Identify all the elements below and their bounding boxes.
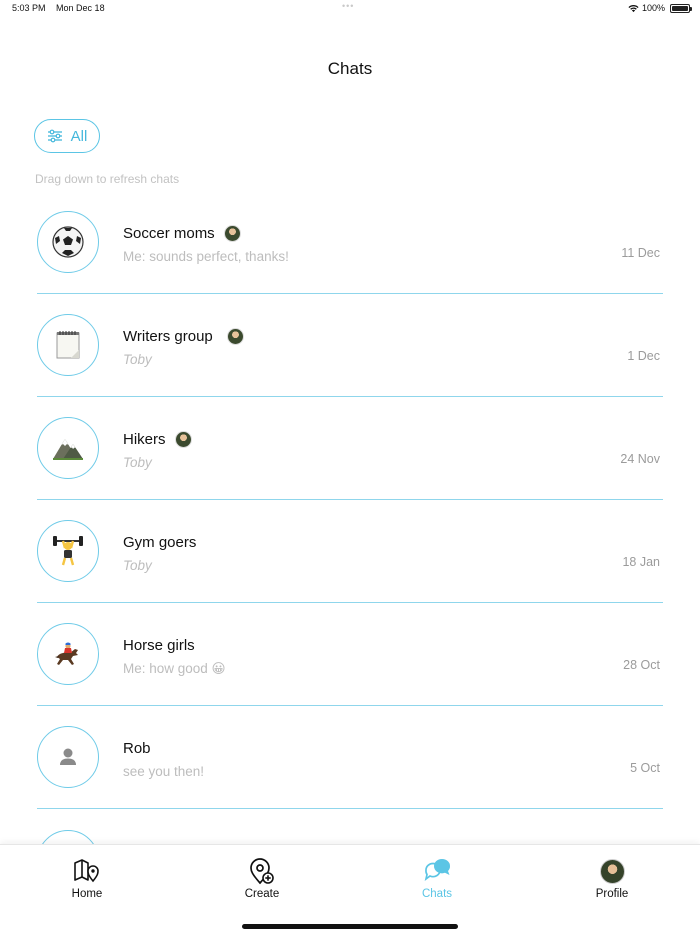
- row-divider: [37, 808, 663, 809]
- chat-date: 1 Dec: [627, 349, 660, 363]
- tab-chats[interactable]: Chats: [387, 857, 487, 900]
- chat-row-rob[interactable]: Rob see you then! 5 Oct: [0, 706, 700, 809]
- status-left: 5:03 PM Mon Dec 18: [12, 3, 113, 13]
- chat-date: 5 Oct: [630, 761, 660, 775]
- tab-profile-icon-wrap: [562, 857, 662, 885]
- tab-create-icon-wrap: [212, 857, 312, 885]
- chat-date: 18 Jan: [622, 555, 660, 569]
- chat-row-soccer-moms[interactable]: Soccer moms Me: sounds perfect, thanks! …: [0, 191, 700, 294]
- tab-home-label: Home: [71, 888, 103, 900]
- filter-all-button[interactable]: All: [34, 119, 100, 153]
- chat-name: Gym goers: [123, 534, 196, 551]
- chat-avatar: [37, 726, 99, 788]
- weightlifter-icon: [53, 536, 83, 566]
- status-time: 5:03 PM: [12, 3, 46, 13]
- member-avatar: [226, 328, 244, 345]
- chat-row-writers-group[interactable]: Writers group Toby 1 Dec: [0, 294, 700, 397]
- wifi-icon: [628, 4, 639, 12]
- chat-preview: Toby: [123, 558, 152, 573]
- chat-date: 24 Nov: [620, 452, 660, 466]
- member-avatar: [174, 431, 192, 448]
- tab-chats-label: Chats: [421, 888, 453, 900]
- chat-name: Hikers: [123, 431, 192, 448]
- status-date: Mon Dec 18: [56, 3, 105, 13]
- person-icon: [60, 748, 76, 765]
- tab-profile-label: Profile: [595, 888, 629, 900]
- chat-title: Hikers: [123, 431, 166, 448]
- mountain-icon: [53, 439, 83, 460]
- refresh-hint: Drag down to refresh chats: [35, 172, 180, 186]
- chat-preview: Toby: [123, 455, 152, 470]
- soccer-ball-icon: [52, 226, 84, 258]
- chat-preview: see you then!: [123, 764, 205, 779]
- status-right: 100%: [628, 3, 692, 13]
- member-avatar: [223, 225, 241, 242]
- tab-create[interactable]: Create: [212, 857, 312, 900]
- battery-fill: [672, 5, 688, 11]
- chat-name: Rob: [123, 740, 151, 757]
- chat-avatar: [37, 314, 99, 376]
- chat-row-horse-girls[interactable]: Horse girls Me: how good 😀 28 Oct: [0, 603, 700, 706]
- chat-title: Rob: [123, 740, 151, 757]
- chat-date: 28 Oct: [623, 658, 660, 672]
- sliders-icon: [47, 129, 62, 143]
- chat-row-hikers[interactable]: Hikers Toby 24 Nov: [0, 397, 700, 500]
- chat-date: 11 Dec: [621, 246, 660, 260]
- battery-percent: 100%: [641, 3, 665, 13]
- location-add-icon: [250, 858, 274, 885]
- tab-home-icon-wrap: [37, 857, 137, 885]
- chat-title: Gym goers: [123, 534, 197, 551]
- chat-preview: Me: how good 😀: [123, 661, 226, 676]
- chat-avatar: [37, 211, 99, 273]
- tab-profile[interactable]: Profile: [562, 857, 662, 900]
- chat-avatar: [37, 623, 99, 685]
- multitasking-dots[interactable]: •••: [342, 1, 354, 11]
- chat-preview: Toby: [123, 352, 152, 367]
- chat-avatar: [37, 520, 99, 582]
- chat-name: Horse girls: [123, 637, 195, 654]
- filter-label: All: [70, 127, 88, 145]
- battery-icon: [670, 3, 692, 13]
- tab-home[interactable]: Home: [37, 857, 137, 900]
- home-indicator[interactable]: [242, 924, 458, 929]
- profile-avatar: [599, 858, 625, 884]
- chat-list: Soccer moms Me: sounds perfect, thanks! …: [0, 191, 700, 809]
- chat-name: Writers group: [123, 328, 244, 345]
- page-title: Chats: [327, 59, 373, 78]
- tab-chats-icon-wrap: [387, 857, 487, 885]
- status-bar: 5:03 PM Mon Dec 18 ••• 100%: [0, 0, 700, 18]
- map-pin-icon: [74, 859, 99, 883]
- chat-title: Soccer moms: [123, 225, 215, 242]
- horse-racing-icon: [55, 642, 78, 665]
- chat-title: Writers group: [123, 328, 213, 345]
- chat-preview: Me: sounds perfect, thanks!: [123, 249, 289, 264]
- tab-create-label: Create: [244, 888, 280, 900]
- chat-title: Horse girls: [123, 637, 195, 654]
- chat-name: Soccer moms: [123, 225, 241, 242]
- chat-row-gym-goers[interactable]: Gym goers Toby 18 Jan: [0, 500, 700, 603]
- notepad-icon: [56, 331, 80, 359]
- tab-bar: Home Create Chats Profile: [0, 844, 700, 934]
- chat-avatar: [37, 417, 99, 479]
- chat-bubbles-icon: [424, 859, 451, 882]
